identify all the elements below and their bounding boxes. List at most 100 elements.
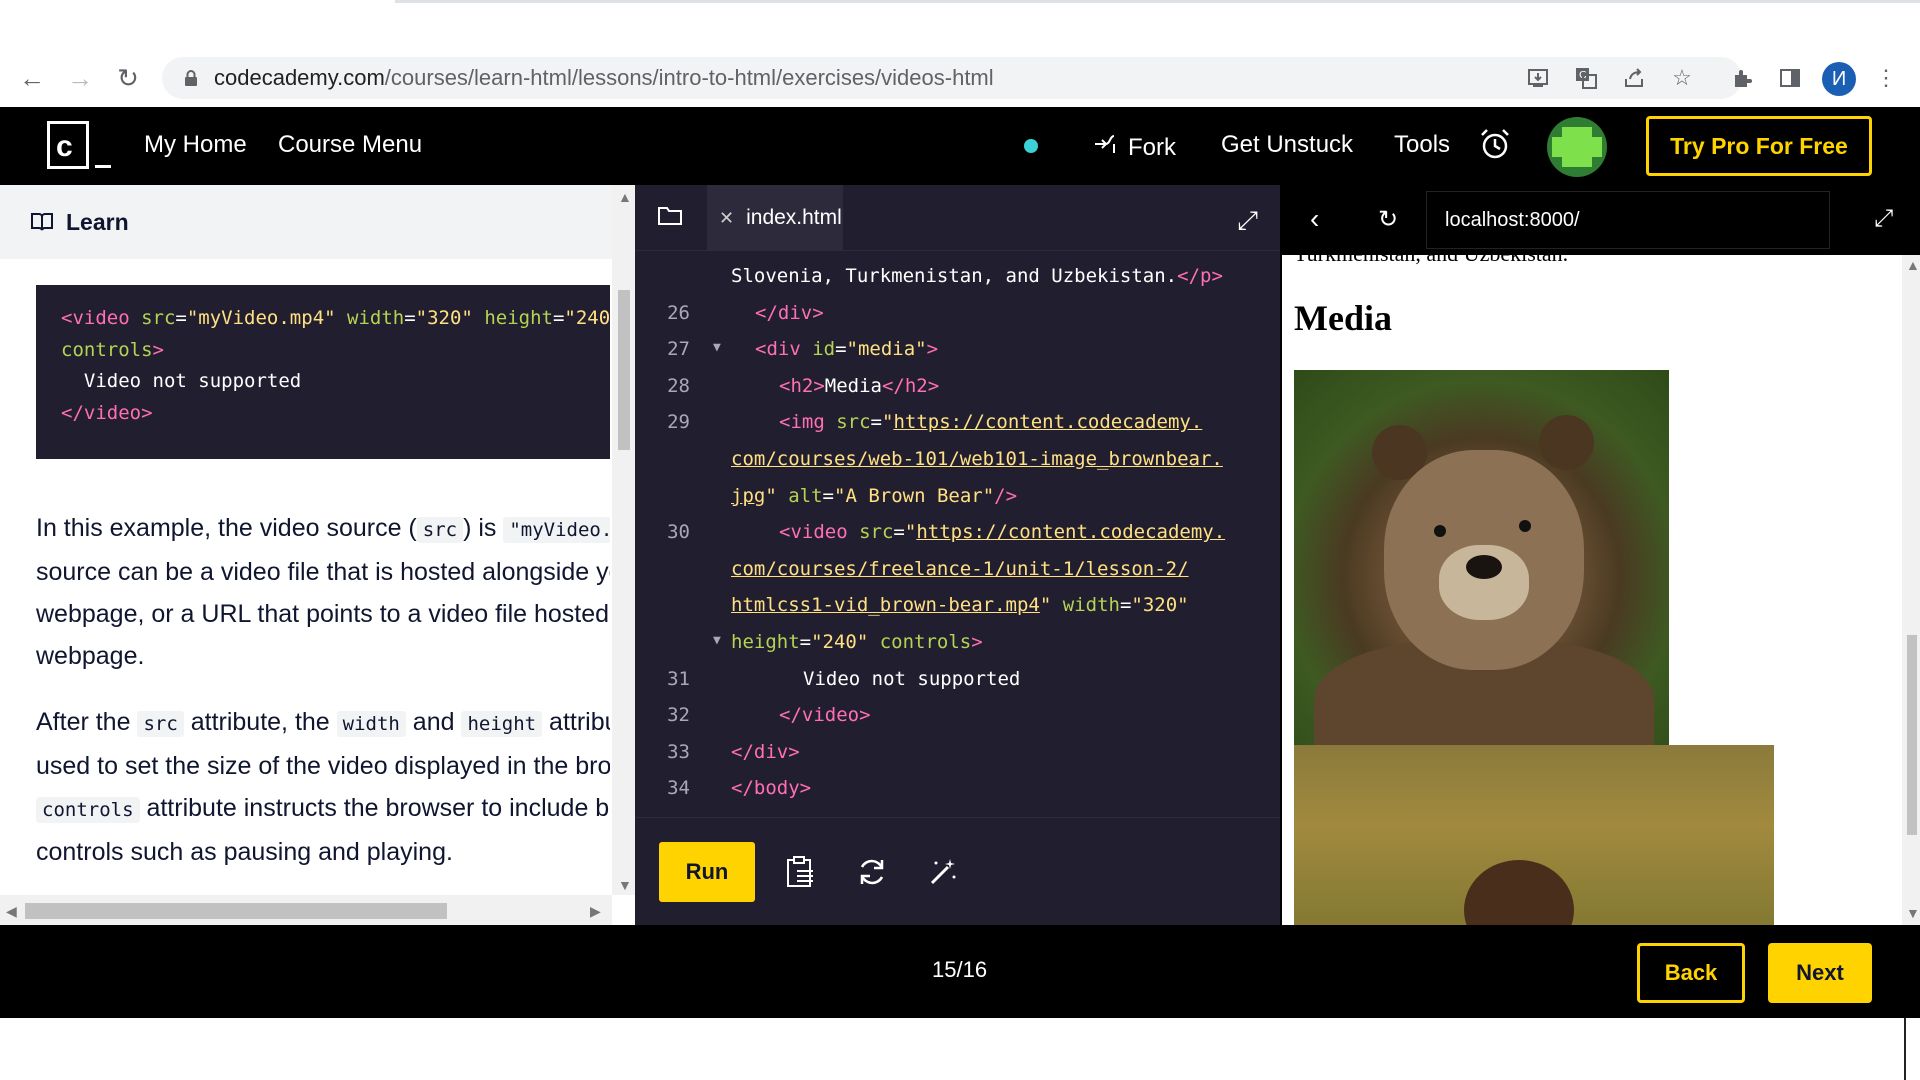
scroll-up-icon[interactable]: ▲ bbox=[618, 189, 632, 205]
line-number: 31 bbox=[667, 667, 690, 690]
clipboard-icon[interactable] bbox=[782, 854, 818, 890]
address-bar[interactable]: codecademy.com/courses/learn-html/lesson… bbox=[162, 57, 1742, 99]
scroll-right-icon[interactable]: ▶ bbox=[590, 903, 601, 920]
preview-back-icon[interactable]: ‹ bbox=[1310, 203, 1319, 235]
editor-line[interactable]: 27 ▼ <div id="media"> bbox=[635, 338, 1280, 374]
code-token: com/courses/web-101/web101-image_brownbe… bbox=[731, 448, 1223, 470]
learn-horizontal-scrollbar[interactable]: ◀ ▶ bbox=[0, 895, 612, 925]
preview-scrollbar[interactable]: ▲ ▼ bbox=[1902, 255, 1920, 925]
share-icon[interactable] bbox=[1618, 62, 1650, 94]
line-source: </video> bbox=[779, 704, 871, 726]
code-token: jpg bbox=[731, 484, 766, 507]
translate-icon[interactable]: G bbox=[1570, 62, 1602, 94]
learn-panel: Learn <video src="myVideo.mp4" width="32… bbox=[0, 185, 635, 925]
hscroll-thumb[interactable] bbox=[25, 903, 447, 919]
editor-line[interactable]: 33 </div> bbox=[635, 741, 1280, 777]
back-button[interactable]: Back bbox=[1637, 943, 1745, 1003]
fork-button[interactable]: Fork bbox=[1092, 131, 1176, 164]
editor-line[interactable]: htmlcss1-vid_brown-bear.mp4" width="320" bbox=[635, 594, 1280, 630]
text-run: webpage, or a URL that points to a video… bbox=[36, 600, 610, 628]
tab-index-html[interactable]: ✕ index.html bbox=[707, 185, 843, 251]
fold-arrow-icon[interactable]: ▼ bbox=[713, 340, 721, 355]
learn-title: Learn bbox=[66, 208, 129, 235]
codecademy-logo[interactable]: c bbox=[47, 121, 111, 173]
code-token: controls bbox=[61, 338, 153, 361]
code-token: " bbox=[765, 484, 777, 507]
code-token: alt bbox=[776, 484, 823, 507]
line-source: <div id="media"> bbox=[755, 338, 938, 360]
text-run: controls such as pausing and playing. bbox=[36, 838, 453, 866]
back-arrow-icon[interactable]: ← bbox=[16, 62, 48, 94]
inline-code: controls bbox=[36, 797, 140, 823]
scroll-thumb[interactable] bbox=[618, 290, 630, 450]
text-run: After the bbox=[36, 708, 138, 736]
preview-scroll-thumb[interactable] bbox=[1907, 635, 1917, 835]
fork-label: Fork bbox=[1128, 133, 1176, 161]
line-source: htmlcss1-vid_brown-bear.mp4" width="320" bbox=[731, 594, 1189, 616]
alarm-clock-icon[interactable] bbox=[1478, 127, 1512, 161]
page-bottom-area bbox=[0, 1018, 1920, 1080]
code-token: = bbox=[799, 631, 812, 653]
editor-line[interactable]: jpg" alt="A Brown Bear"/> bbox=[635, 485, 1280, 521]
preview-scroll-down-icon[interactable]: ▼ bbox=[1906, 905, 1920, 921]
text-run: webpage. bbox=[36, 642, 145, 670]
install-icon[interactable] bbox=[1522, 62, 1554, 94]
editor-line[interactable]: 26 </div> bbox=[635, 302, 1280, 338]
code-token: width bbox=[335, 307, 405, 329]
text-run: ) is bbox=[463, 514, 504, 542]
get-unstuck-button[interactable]: Get Unstuck bbox=[1221, 131, 1353, 159]
editor-line[interactable]: 29 <img src="https://content.codecademy. bbox=[635, 411, 1280, 447]
code-token: id bbox=[812, 338, 836, 361]
try-pro-button[interactable]: Try Pro For Free bbox=[1646, 116, 1872, 176]
extensions-icon[interactable] bbox=[1726, 62, 1758, 94]
course-menu-link[interactable]: Course Menu bbox=[278, 131, 422, 159]
preview-scroll-up-icon[interactable]: ▲ bbox=[1906, 257, 1920, 273]
line-source: <img src="https://content.codecademy. bbox=[779, 411, 1202, 433]
preview-url-field[interactable]: localhost:8000/ bbox=[1426, 191, 1830, 249]
side-panel-icon[interactable] bbox=[1774, 62, 1806, 94]
code-token: > bbox=[152, 338, 164, 361]
reload-icon[interactable]: ↻ bbox=[112, 62, 144, 94]
line-source: com/courses/freelance-1/unit-1/lesson-2/ bbox=[731, 558, 1189, 580]
next-button[interactable]: Next bbox=[1768, 943, 1872, 1003]
text-run: In this example, the video source ( bbox=[36, 514, 417, 542]
bear-video[interactable] bbox=[1294, 745, 1774, 925]
user-avatar[interactable] bbox=[1547, 117, 1607, 177]
folder-icon[interactable] bbox=[657, 205, 683, 227]
preview-expand-icon[interactable]: ⤢ bbox=[1874, 205, 1893, 233]
bookmark-star-icon[interactable]: ☆ bbox=[1666, 62, 1698, 94]
editor-line[interactable]: 34 </body> bbox=[635, 777, 1280, 805]
line-number: 32 bbox=[667, 704, 690, 727]
run-button[interactable]: Run bbox=[659, 842, 755, 902]
browser-menu-icon[interactable]: ⋮ bbox=[1870, 62, 1902, 94]
magic-wand-icon[interactable] bbox=[925, 854, 961, 890]
exercise-progress: 15/16 bbox=[932, 957, 988, 982]
editor-line[interactable]: com/courses/freelance-1/unit-1/lesson-2/ bbox=[635, 558, 1280, 594]
close-tab-icon[interactable]: ✕ bbox=[719, 208, 734, 229]
tools-button[interactable]: Tools bbox=[1394, 131, 1450, 159]
editor-line[interactable]: 31 Video not supported bbox=[635, 668, 1280, 704]
editor-line[interactable]: 28 <h2>Media</h2> bbox=[635, 375, 1280, 411]
editor-line[interactable]: 32 </video> bbox=[635, 704, 1280, 740]
status-dot bbox=[1024, 139, 1038, 153]
editor-line[interactable]: 30 <video src="https://content.codecademy… bbox=[635, 521, 1280, 557]
editor-line[interactable]: Slovenia, Turkmenistan, and Uzbekistan.<… bbox=[635, 265, 1280, 301]
profile-avatar[interactable]: И bbox=[1822, 62, 1856, 96]
editor-line[interactable]: ▼ height="240" controls> bbox=[635, 631, 1280, 667]
reset-icon[interactable] bbox=[854, 854, 890, 890]
fold-arrow-icon[interactable]: ▼ bbox=[713, 633, 721, 648]
active-tab[interactable] bbox=[0, 0, 395, 3]
book-icon bbox=[30, 212, 54, 232]
my-home-link[interactable]: My Home bbox=[144, 131, 247, 159]
scroll-down-icon[interactable]: ▼ bbox=[618, 877, 632, 893]
preview-reload-icon[interactable]: ↻ bbox=[1378, 205, 1398, 234]
code-area[interactable]: Slovenia, Turkmenistan, and Uzbekistan.<… bbox=[635, 265, 1280, 805]
expand-editor-icon[interactable]: ⤢ bbox=[1237, 205, 1258, 237]
learn-vertical-scrollbar[interactable]: ▲ ▼ bbox=[612, 185, 635, 895]
scroll-left-icon[interactable]: ◀ bbox=[6, 903, 17, 920]
editor-line[interactable]: com/courses/web-101/web101-image_brownbe… bbox=[635, 448, 1280, 484]
code-token: </div> bbox=[731, 740, 800, 763]
code-token: "240" bbox=[811, 631, 869, 653]
line-number: 29 bbox=[667, 411, 690, 434]
forward-arrow-icon[interactable]: → bbox=[64, 62, 96, 94]
